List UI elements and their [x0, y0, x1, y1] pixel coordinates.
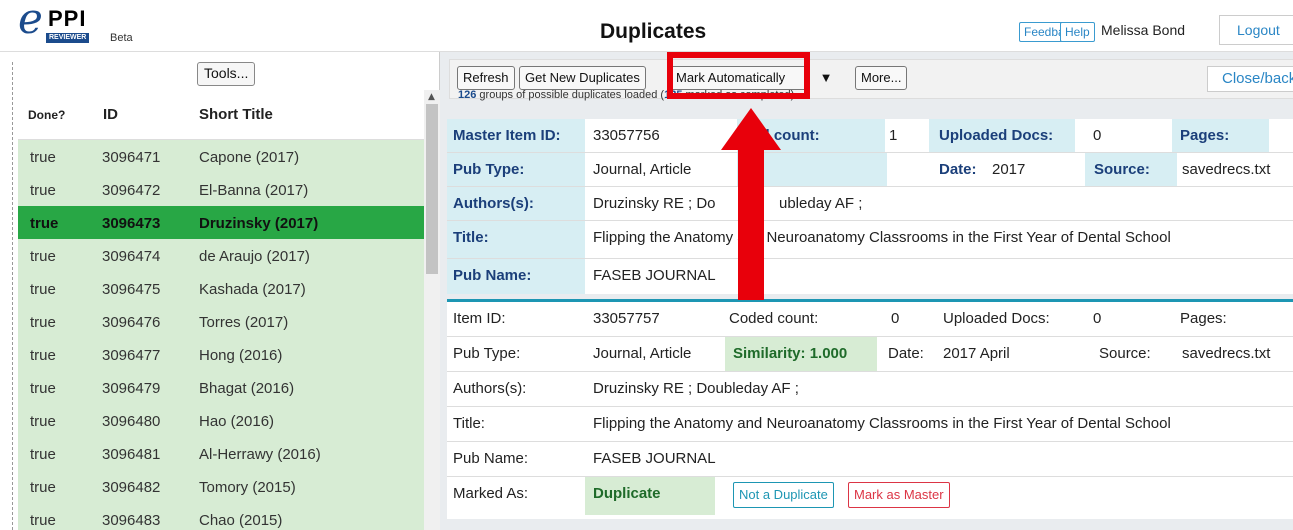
pub-type-label: Pub Type: — [453, 161, 525, 178]
uploaded-docs-label: Uploaded Docs: — [943, 310, 1050, 327]
pub-name-label: Pub Name: — [453, 450, 529, 467]
master-pubname-row: Pub Name: FASEB JOURNAL — [447, 259, 1293, 294]
list-header: Done? ID Short Title — [18, 90, 424, 140]
help-button[interactable]: Help — [1060, 22, 1095, 42]
pub-type-label: Pub Type: — [453, 345, 521, 362]
list-item[interactable]: true 3096479 Bhagat (2016) — [18, 371, 424, 404]
page-title: Duplicates — [600, 20, 707, 43]
duplicate-groups-panel: Tools... Done? ID Short Title true 309647… — [0, 52, 440, 530]
item-title: Flipping the Anatomy and Neuroanatomy Cl… — [593, 415, 1171, 432]
refresh-button[interactable]: Refresh — [457, 66, 515, 90]
get-new-duplicates-button[interactable]: Get New Duplicates — [519, 66, 646, 90]
red-arrow-icon — [721, 108, 781, 300]
short-title-column-header[interactable]: Short Title — [199, 106, 273, 123]
dup-id-row: Item ID: 33057757 Coded count: 0 Uploade… — [447, 302, 1293, 337]
master-pubtype-row: Pub Type: Journal, Article Date: 2017 So… — [447, 153, 1293, 187]
master-title-row: Title: Flipping the Anatomy and Neuroana… — [447, 221, 1293, 259]
master-item-card: Master Item ID: 33057756 ded count: 1 Up… — [447, 119, 1293, 294]
pages-label: Pages: — [1180, 310, 1227, 327]
list-item-selected[interactable]: true 3096473 Druzinsky (2017) — [18, 206, 424, 239]
date-label: Date: — [888, 345, 924, 362]
date-label: Date: — [939, 161, 977, 178]
list-item[interactable]: true 3096482 Tomory (2015) — [18, 470, 424, 503]
not-a-duplicate-button[interactable]: Not a Duplicate — [733, 482, 834, 508]
panel-divider — [12, 62, 13, 530]
master-item-id: 33057756 — [593, 127, 660, 144]
list-item[interactable]: true 3096475 Kashada (2017) — [18, 272, 424, 305]
list-item[interactable]: true 3096471 Capone (2017) — [18, 140, 424, 173]
source-label: Source: — [1099, 345, 1151, 362]
uploaded-docs-label: Uploaded Docs: — [939, 127, 1054, 144]
title-label: Title: — [453, 229, 489, 246]
authors-part-2: ubleday AF ; — [779, 195, 863, 212]
list-item[interactable]: true 3096472 El-Banna (2017) — [18, 173, 424, 206]
dup-authors-row: Authors(s): Druzinsky RE ; Doubleday AF … — [447, 372, 1293, 407]
source: savedrecs.txt — [1182, 345, 1271, 362]
highlight-box — [667, 52, 810, 99]
pages-label: Pages: — [1180, 127, 1230, 144]
list-item[interactable]: true 3096477 Hong (2016) — [18, 338, 424, 371]
source-label: Source: — [1094, 161, 1150, 178]
pub-name: FASEB JOURNAL — [593, 267, 716, 284]
date: 2017 — [992, 161, 1026, 178]
done-column-header[interactable]: Done? — [28, 108, 65, 122]
authors-label: Authors(s): — [453, 380, 527, 397]
mark-as-master-button[interactable]: Mark as Master — [848, 482, 950, 508]
tools-button[interactable]: Tools... — [197, 62, 256, 86]
beta-label: Beta — [110, 32, 133, 44]
logo-main: PPI — [48, 6, 87, 31]
coded-count-label: Coded count: — [729, 310, 819, 327]
caret-down-icon[interactable]: ▼ — [812, 66, 840, 90]
authors-part-1: Druzinsky RE ; Do — [593, 195, 716, 212]
item-title: Flipping the Anatomy and Neuroanatomy Cl… — [593, 229, 1171, 246]
list-scrollbar[interactable]: ▲ — [424, 90, 440, 530]
more-button[interactable]: More... — [855, 66, 908, 90]
source: savedrecs.txt — [1182, 161, 1271, 178]
pub-name: FASEB JOURNAL — [593, 450, 716, 467]
duplicate-item-card: Item ID: 33057757 Coded count: 0 Uploade… — [447, 299, 1293, 519]
authors: Druzinsky RE ; Doubleday AF ; — [593, 380, 799, 397]
id-column-header[interactable]: ID — [103, 106, 118, 123]
list-item[interactable]: true 3096481 Al-Herrawy (2016) — [18, 437, 424, 470]
uploaded-docs: 0 — [1093, 127, 1102, 144]
item-id: 33057757 — [593, 310, 660, 327]
dup-pubtype-row: Pub Type: Journal, Article Similarity: 1… — [447, 337, 1293, 372]
dup-pubname-row: Pub Name: FASEB JOURNAL — [447, 442, 1293, 477]
scrollbar-thumb[interactable] — [426, 104, 438, 274]
pub-type: Journal, Article — [593, 161, 692, 178]
app-header: e PPI REVIEWER Beta Duplicates Feedback … — [0, 0, 1293, 52]
duplicate-details-panel: Refresh Get New Duplicates Mark Automati… — [440, 52, 1293, 530]
logo-letter: e — [18, 0, 43, 43]
eppi-reviewer-logo: e PPI REVIEWER Beta — [18, 0, 148, 48]
marked-status: Duplicate — [593, 485, 661, 502]
list-item[interactable]: true 3096476 Torres (2017) — [18, 305, 424, 338]
user-name: Melissa Bond — [1101, 22, 1186, 38]
uploaded-docs: 0 — [1093, 310, 1102, 327]
groups-list: true 3096471 Capone (2017) true 3096472 El-B… — [18, 140, 424, 530]
pub-name-label: Pub Name: — [453, 267, 532, 284]
master-authors-row: Authors(s): Druzinsky RE ; Do ubleday AF… — [447, 187, 1293, 221]
toolbar: Refresh Get New Duplicates Mark Automati… — [449, 59, 1293, 101]
logout-button[interactable]: Logout — [1219, 15, 1293, 45]
dup-title-row: Title: Flipping the Anatomy and Neuroana… — [447, 407, 1293, 442]
date: 2017 April — [943, 345, 1010, 362]
pub-type: Journal, Article — [593, 345, 692, 362]
list-item[interactable]: true 3096483 Chao (2015) — [18, 503, 424, 530]
coded-count: 0 — [891, 310, 900, 327]
marked-as-label: Marked As: — [453, 485, 529, 502]
scroll-up-icon[interactable]: ▲ — [428, 92, 435, 102]
list-item[interactable]: true 3096474 de Araujo (2017) — [18, 239, 424, 272]
coded-count: 1 — [889, 127, 898, 144]
similarity-score: Similarity: 1.000 — [733, 345, 848, 362]
close-back-button[interactable]: Close/back — [1207, 66, 1293, 92]
authors-label: Authors(s): — [453, 195, 534, 212]
dup-marked-row: Marked As: Duplicate Not a Duplicate Mar… — [447, 477, 1293, 515]
item-id-label: Item ID: — [453, 310, 506, 327]
master-id-row: Master Item ID: 33057756 ded count: 1 Up… — [447, 119, 1293, 153]
list-item[interactable]: true 3096480 Hao (2016) — [18, 404, 424, 437]
title-label: Title: — [453, 415, 485, 432]
group-count: 126 — [458, 89, 477, 101]
master-item-id-label: Master Item ID: — [453, 127, 561, 144]
logo-reviewer: REVIEWER — [46, 33, 90, 43]
